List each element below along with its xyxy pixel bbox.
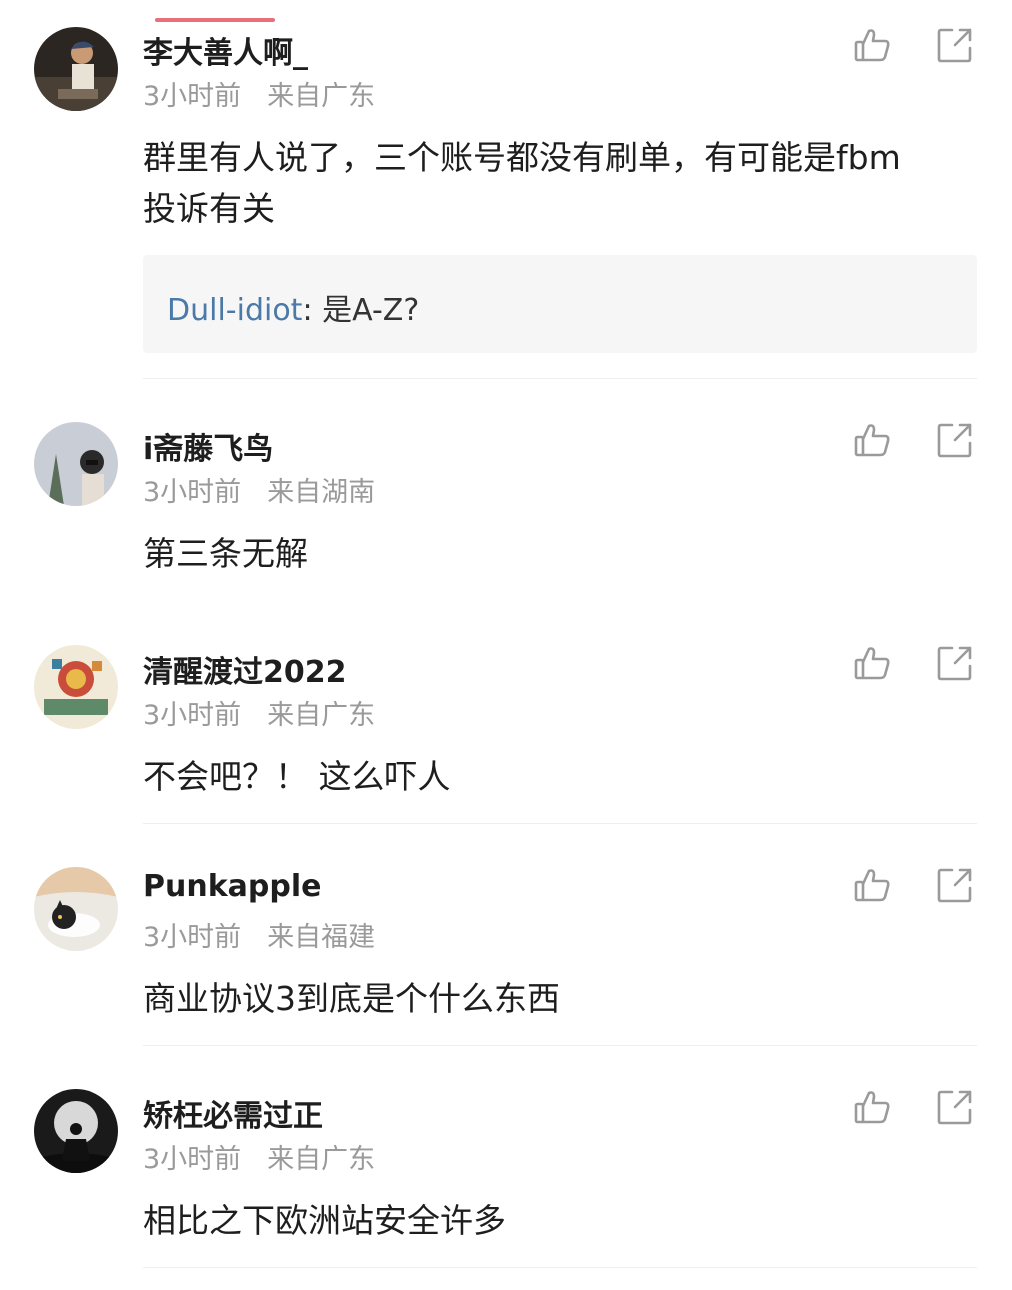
- share-icon: [937, 423, 972, 458]
- comment-location: 来自福建: [267, 922, 376, 953]
- share-button[interactable]: [935, 25, 975, 65]
- divider: [143, 823, 977, 824]
- comment-content: 不会吧？！ 这么吓人: [143, 757, 451, 796]
- comment-username[interactable]: 李大善人啊_: [143, 28, 308, 72]
- reply-separator: :: [302, 293, 313, 328]
- comment-time: 3小时前: [143, 922, 242, 953]
- divider: [143, 1045, 977, 1046]
- divider: [143, 1267, 977, 1268]
- thumbs-up-icon: [854, 1091, 890, 1124]
- share-button[interactable]: [935, 643, 975, 683]
- comment-meta: 3小时前 来自湖南: [143, 470, 375, 509]
- comment-meta: 3小时前 来自广东: [143, 1137, 375, 1176]
- comment-time: 3小时前: [143, 1144, 242, 1175]
- comment-item: i斋藤飞鸟 3小时前 来自湖南 第三条无解: [0, 380, 1012, 603]
- share-icon: [937, 28, 972, 63]
- comment-item: Punkapple 3小时前 来自福建 商业协议3到底是个什么东西: [0, 825, 1012, 1047]
- comment-content: 相比之下欧洲站安全许多: [143, 1201, 506, 1240]
- share-button[interactable]: [935, 865, 975, 905]
- comment-content: 第三条无解: [143, 534, 308, 573]
- reply-username[interactable]: Dull-idiot: [167, 293, 302, 328]
- comment-location: 来自湖南: [267, 477, 376, 508]
- reply-box[interactable]: Dull-idiot: 是A-Z?: [143, 255, 977, 353]
- share-icon: [937, 868, 972, 903]
- comment-time: 3小时前: [143, 700, 242, 731]
- share-button[interactable]: [935, 1087, 975, 1127]
- comment-location: 来自广东: [267, 700, 376, 731]
- reply-text: Dull-idiot: 是A-Z?: [167, 285, 419, 329]
- comment-location: 来自广东: [267, 81, 376, 112]
- thumbs-up-icon: [854, 869, 890, 902]
- comment-content: 商业协议3到底是个什么东西: [143, 979, 560, 1018]
- share-icon: [937, 1090, 972, 1125]
- comment-meta: 3小时前 来自广东: [143, 693, 375, 732]
- thumbs-up-icon: [854, 424, 890, 457]
- comment-meta: 3小时前 来自广东: [143, 74, 375, 113]
- comment-item: 李大善人啊_ 3小时前 来自广东 群里有人说了，三个账号都没有刷单，有可能是fbm…: [0, 0, 1012, 380]
- thumbs-up-icon: [854, 647, 890, 680]
- like-button[interactable]: [852, 865, 892, 905]
- comment-username[interactable]: Punkapple: [143, 869, 321, 904]
- avatar[interactable]: [34, 867, 118, 951]
- like-button[interactable]: [852, 643, 892, 683]
- reply-content: 是A-Z?: [312, 293, 420, 328]
- comment-time: 3小时前: [143, 477, 242, 508]
- comment-location: 来自广东: [267, 1144, 376, 1175]
- avatar[interactable]: [34, 645, 118, 729]
- share-button[interactable]: [935, 420, 975, 460]
- comment-time: 3小时前: [143, 81, 242, 112]
- comment-content: 群里有人说了，三个账号都没有刷单，有可能是fbm 投诉有关: [143, 138, 901, 228]
- comment-username[interactable]: i斋藤飞鸟: [143, 424, 273, 468]
- comment-item: 矫枉必需过正 3小时前 来自广东 相比之下欧洲站安全许多: [0, 1047, 1012, 1290]
- avatar[interactable]: [34, 1089, 118, 1173]
- like-button[interactable]: [852, 1087, 892, 1127]
- comment-item: 清醒渡过2022 3小时前 来自广东 不会吧？！ 这么吓人: [0, 603, 1012, 825]
- share-icon: [937, 646, 972, 681]
- avatar[interactable]: [34, 27, 118, 111]
- thumbs-up-icon: [854, 29, 890, 62]
- like-button[interactable]: [852, 25, 892, 65]
- comment-username[interactable]: 矫枉必需过正: [143, 1091, 323, 1135]
- like-button[interactable]: [852, 420, 892, 460]
- comment-username[interactable]: 清醒渡过2022: [143, 647, 347, 691]
- divider: [143, 378, 977, 379]
- comment-meta: 3小时前 来自福建: [143, 915, 375, 954]
- avatar[interactable]: [34, 422, 118, 506]
